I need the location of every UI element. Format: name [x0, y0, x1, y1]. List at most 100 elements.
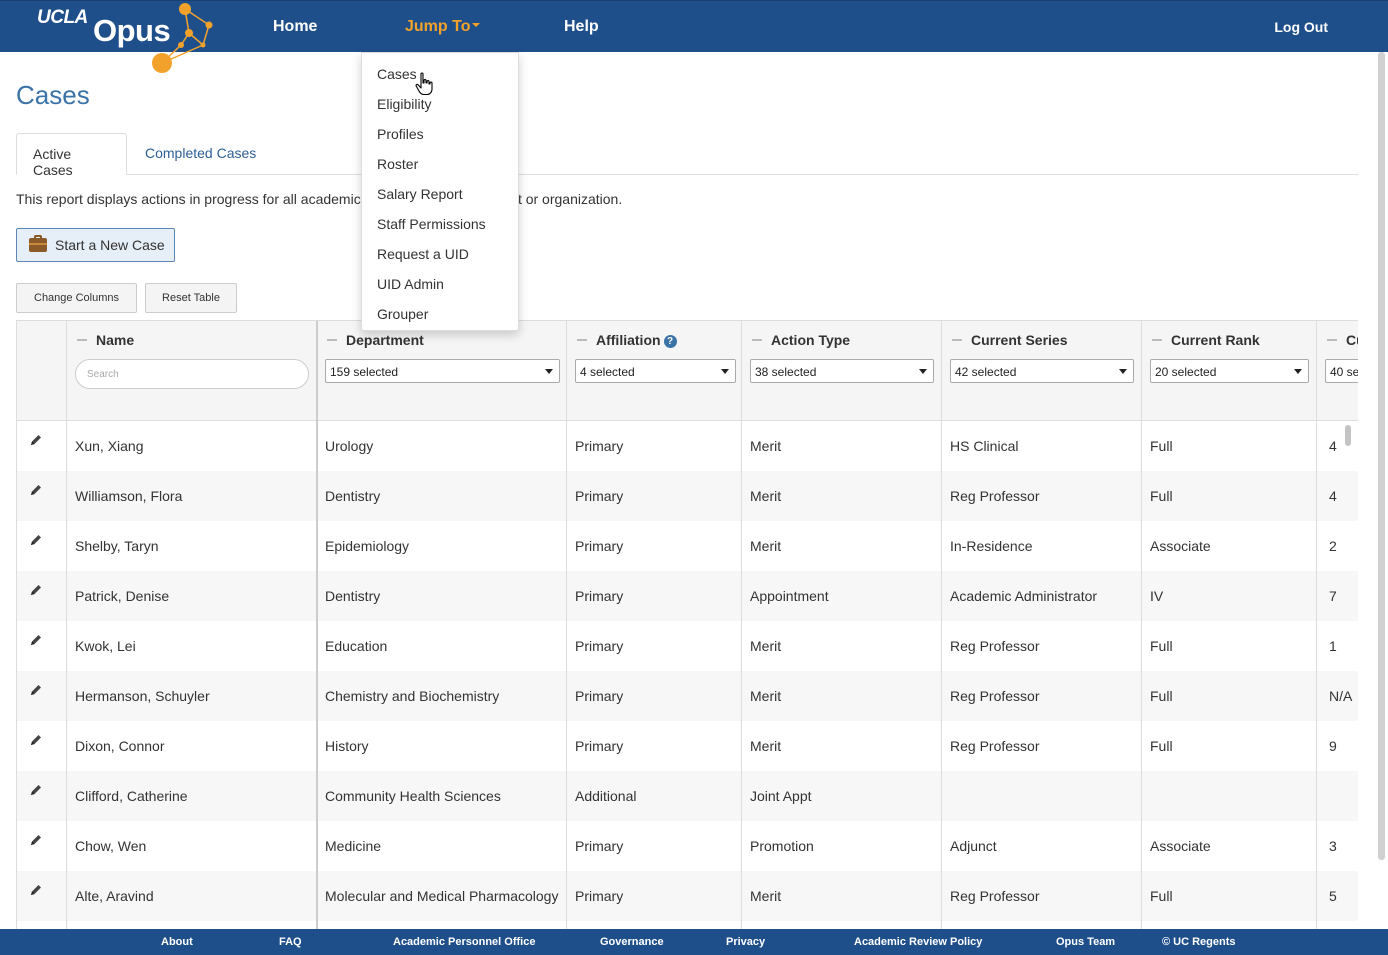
cell-affiliation: Primary [575, 688, 624, 704]
footer-link-apo[interactable]: Academic Personnel Office [393, 936, 535, 948]
affiliation-filter-select[interactable]: 4 selected [575, 359, 736, 383]
cell-department: Epidemiology [325, 538, 410, 554]
edit-pencil-icon[interactable] [29, 733, 43, 747]
edit-pencil-icon[interactable] [29, 483, 43, 497]
table-row[interactable]: Hermanson, Schuyler Chemistry and Biochem… [17, 671, 1358, 721]
column-header-name[interactable]: Name [77, 332, 134, 348]
table-scrollbar[interactable] [1345, 425, 1351, 446]
briefcase-icon [29, 235, 47, 252]
edit-pencil-icon[interactable] [29, 583, 43, 597]
edit-pencil-icon[interactable] [29, 633, 43, 647]
cell-name[interactable]: Xun, Xiang [75, 438, 144, 454]
current-series-filter-select[interactable]: 42 selected [950, 359, 1134, 383]
cell-current-rank: Full [1150, 888, 1173, 904]
footer-link-review-policy[interactable]: Academic Review Policy [854, 936, 982, 948]
cell-action-type: Appointment [750, 588, 829, 604]
report-description: This report displays actions in progress… [16, 191, 622, 207]
footer-link-faq[interactable]: FAQ [279, 936, 302, 948]
cell-name[interactable]: Patrick, Denise [75, 588, 169, 604]
column-header-affiliation[interactable]: Affiliation? [577, 332, 677, 348]
table-header: Name Search Department 159 selected Affi… [17, 321, 1358, 421]
cell-name[interactable]: Alte, Aravind [75, 888, 154, 904]
footer-link-opus-team[interactable]: Opus Team [1056, 936, 1115, 948]
table-row[interactable]: Williamson, Flora Dentistry Primary Merit Re… [17, 471, 1358, 521]
table-row[interactable]: Dixon, Connor History Primary Merit Reg Prof… [17, 721, 1358, 771]
table-row[interactable]: Xun, Xiang Urology Primary Merit HS Clinical… [17, 421, 1358, 471]
menu-item-request-uid[interactable]: Request a UID [377, 246, 469, 262]
column-action-type-label: Action Type [771, 332, 851, 348]
reset-table-button[interactable]: Reset Table [145, 283, 237, 313]
action-type-filter-select[interactable]: 38 selected [750, 359, 934, 383]
menu-item-cases[interactable]: Cases [377, 66, 417, 82]
cell-department: Dentistry [325, 588, 381, 604]
change-columns-button[interactable]: Change Columns [16, 283, 137, 313]
edit-pencil-icon[interactable] [29, 783, 43, 797]
table-row[interactable]: Clifford, Catherine Community Health Scie… [17, 771, 1358, 821]
nav-home[interactable]: Home [273, 18, 317, 36]
nav-jump-to[interactable]: Jump To [405, 18, 481, 36]
cell-name[interactable]: Kwok, Lei [75, 638, 136, 654]
logo-ucla[interactable]: UCLA [37, 7, 88, 29]
column-header-current-series[interactable]: Current Series [952, 332, 1067, 348]
footer-link-about[interactable]: About [161, 936, 193, 948]
cell-name[interactable]: Hermanson, Schuyler [75, 688, 210, 704]
menu-item-profiles[interactable]: Profiles [377, 126, 424, 142]
footer-link-governance[interactable]: Governance [600, 936, 664, 948]
table-row[interactable]: Shelby, Taryn Epidemiology Primary Merit In-… [17, 521, 1358, 571]
description-left: This report displays actions in progress… [16, 191, 361, 207]
cell-affiliation: Primary [575, 488, 624, 504]
truncated-filter-select[interactable]: 40 se [1325, 359, 1358, 383]
cell-truncated: 5 [1329, 888, 1337, 904]
menu-item-salary-report[interactable]: Salary Report [377, 186, 463, 202]
cell-current-rank: Full [1150, 688, 1173, 704]
help-icon[interactable]: ? [663, 335, 677, 348]
table-row[interactable]: Patrick, Denise Dentistry Primary Appointme… [17, 571, 1358, 621]
cell-name[interactable]: Dixon, Connor [75, 738, 165, 754]
cell-action-type: Merit [750, 888, 782, 904]
cell-name[interactable]: Chow, Wen [75, 838, 146, 854]
cell-affiliation: Primary [575, 588, 624, 604]
cell-name[interactable]: Clifford, Catherine [75, 788, 188, 804]
table-row[interactable]: Alte, Aravind Molecular and Medical Pharm… [17, 871, 1358, 921]
column-divider [741, 321, 742, 929]
edit-pencil-icon[interactable] [29, 883, 43, 897]
edit-pencil-icon[interactable] [29, 533, 43, 547]
cell-current-series: Reg Professor [950, 488, 1040, 504]
footer-link-privacy[interactable]: Privacy [726, 936, 765, 948]
cell-name[interactable]: Shelby, Taryn [75, 538, 159, 554]
department-filter-select[interactable]: 159 selected [325, 359, 560, 383]
column-header-truncated[interactable]: Cu [1327, 332, 1358, 348]
name-search-input[interactable]: Search [75, 359, 309, 389]
cell-current-rank: Associate [1150, 538, 1211, 554]
edit-pencil-icon[interactable] [29, 433, 43, 447]
tab-completed-cases[interactable]: Completed Cases [129, 133, 272, 175]
current-rank-filter-select[interactable]: 20 selected [1150, 359, 1309, 383]
current-rank-filter-value: 20 selected [1155, 365, 1217, 379]
menu-item-staff-permissions[interactable]: Staff Permissions [377, 216, 486, 232]
tab-active-cases[interactable]: Active Cases [16, 133, 127, 178]
cell-name[interactable]: Williamson, Flora [75, 488, 182, 504]
table-row[interactable]: Kwok, Lei Education Primary Merit Reg Profes… [17, 621, 1358, 671]
log-out-link[interactable]: Log Out [1274, 19, 1328, 35]
window-scrollbar[interactable] [1378, 52, 1385, 860]
start-new-case-button[interactable]: Start a New Case [16, 228, 175, 262]
cases-table: Name Search Department 159 selected Affi… [16, 320, 1358, 930]
current-series-filter-value: 42 selected [955, 365, 1017, 379]
menu-item-grouper[interactable]: Grouper [377, 306, 428, 322]
menu-item-uid-admin[interactable]: UID Admin [377, 276, 444, 292]
menu-item-eligibility[interactable]: Eligibility [377, 96, 431, 112]
column-truncated-label: Cu [1346, 332, 1358, 348]
edit-pencil-icon[interactable] [29, 833, 43, 847]
edit-pencil-icon[interactable] [29, 683, 43, 697]
cell-current-rank: Full [1150, 638, 1173, 654]
nav-jump-to-label: Jump To [405, 18, 471, 35]
table-row[interactable]: Chow, Wen Medicine Primary Promotion Adjunct… [17, 821, 1358, 871]
column-divider [1141, 321, 1142, 929]
nav-help[interactable]: Help [564, 18, 599, 36]
column-header-department[interactable]: Department [327, 332, 424, 348]
column-header-action-type[interactable]: Action Type [752, 332, 850, 348]
column-current-rank-label: Current Rank [1171, 332, 1260, 348]
column-header-current-rank[interactable]: Current Rank [1152, 332, 1260, 348]
cell-current-rank: Full [1150, 738, 1173, 754]
menu-item-roster[interactable]: Roster [377, 156, 418, 172]
